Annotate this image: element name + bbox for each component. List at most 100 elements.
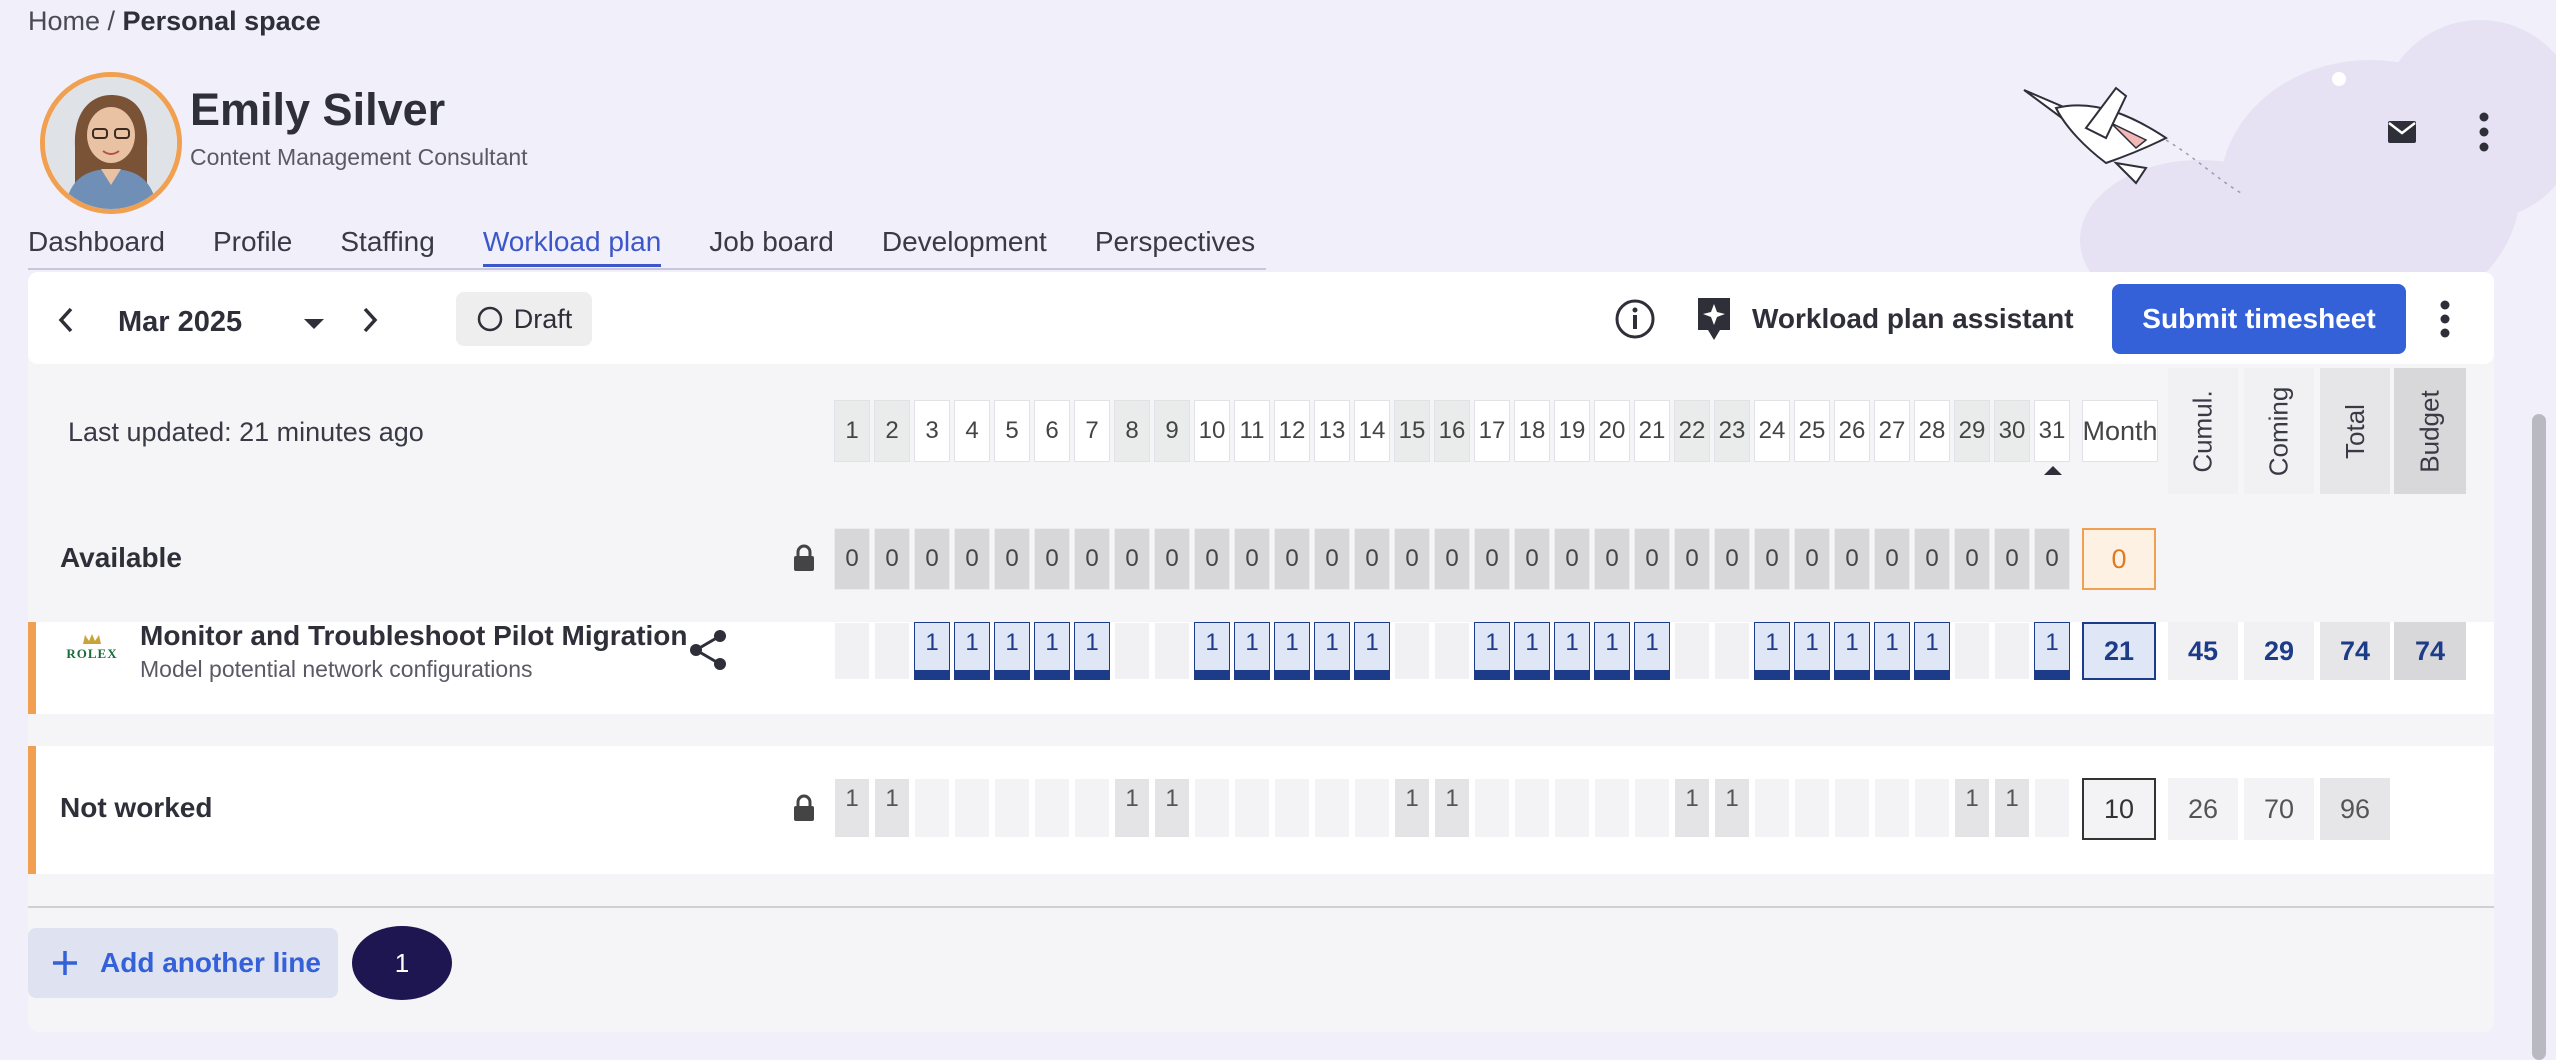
status-badge: Draft <box>456 292 592 346</box>
tab-bar: Dashboard Profile Staffing Workload plan… <box>28 226 1255 267</box>
task-day-cell[interactable]: 1 <box>1834 622 1870 680</box>
tab-job-board[interactable]: Job board <box>709 226 834 267</box>
task-day-cell[interactable] <box>1394 622 1430 680</box>
tab-workload-plan[interactable]: Workload plan <box>482 226 662 267</box>
tab-staffing[interactable]: Staffing <box>340 226 434 267</box>
task-day-cell[interactable]: 1 <box>914 622 950 680</box>
more-vert-icon[interactable] <box>2464 108 2504 156</box>
tab-profile[interactable]: Profile <box>213 226 292 267</box>
available-day-cell: 0 <box>914 528 950 590</box>
task-day-cell[interactable]: 1 <box>1554 622 1590 680</box>
submit-timesheet-button[interactable]: Submit timesheet <box>2112 284 2406 354</box>
task-day-cell[interactable]: 1 <box>1514 622 1550 680</box>
task-cumul: 45 <box>2168 622 2238 680</box>
not-worked-total: 96 <box>2320 778 2390 840</box>
task-day-cell[interactable] <box>1954 622 1990 680</box>
available-day-cell: 0 <box>1794 528 1830 590</box>
not-worked-day-cell <box>1354 778 1390 838</box>
task-day-cell[interactable]: 1 <box>1354 622 1390 680</box>
task-day-cell[interactable]: 1 <box>1634 622 1670 680</box>
add-line-button[interactable]: Add another line <box>28 928 338 998</box>
chevron-down-icon[interactable] <box>302 312 332 336</box>
tab-dashboard[interactable]: Dashboard <box>28 226 165 267</box>
available-day-cell: 0 <box>1434 528 1470 590</box>
not-worked-day-cell <box>1194 778 1230 838</box>
sort-up-icon[interactable] <box>2043 464 2063 476</box>
not-worked-day-cell: 1 <box>1434 778 1470 838</box>
next-month-icon[interactable] <box>360 300 390 340</box>
not-worked-day-cell: 1 <box>1154 778 1190 838</box>
not-worked-day-cell: 1 <box>834 778 870 838</box>
task-day-cell[interactable] <box>1434 622 1470 680</box>
sparkle-dot <box>2332 72 2346 86</box>
available-day-cell: 0 <box>1514 528 1550 590</box>
task-day-cell[interactable]: 1 <box>1034 622 1070 680</box>
task-day-cell[interactable] <box>834 622 870 680</box>
day-header: 20 <box>1594 400 1630 462</box>
task-day-cell[interactable] <box>1994 622 2030 680</box>
task-row-accent <box>28 622 36 714</box>
plus-icon <box>53 951 77 975</box>
day-header: 9 <box>1154 400 1190 462</box>
task-day-cell[interactable]: 1 <box>1594 622 1630 680</box>
day-header: 29 <box>1954 400 1990 462</box>
breadcrumb-home[interactable]: Home <box>28 6 100 36</box>
assistant-button[interactable]: Workload plan assistant <box>1694 296 2074 342</box>
sparkle-icon <box>1698 298 1730 340</box>
available-day-cell: 0 <box>1594 528 1630 590</box>
task-day-cell[interactable] <box>1714 622 1750 680</box>
count-badge[interactable]: 1 <box>352 926 452 1000</box>
not-worked-accent <box>28 746 36 874</box>
share-icon[interactable] <box>688 628 728 672</box>
day-header: 5 <box>994 400 1030 462</box>
day-header: 21 <box>1634 400 1670 462</box>
lock-icon <box>794 544 814 571</box>
not-worked-day-cell <box>1034 778 1070 838</box>
toolbar-more-icon[interactable] <box>2430 296 2460 342</box>
rolex-logo: ROLEX <box>62 632 122 676</box>
not-worked-day-cell <box>1514 778 1550 838</box>
task-day-cell[interactable]: 1 <box>1474 622 1510 680</box>
available-day-cell: 0 <box>1474 528 1510 590</box>
day-header: 1 <box>834 400 870 462</box>
task-day-cell[interactable]: 1 <box>2034 622 2070 680</box>
task-day-cell[interactable] <box>1154 622 1190 680</box>
status-label: Draft <box>513 303 573 334</box>
cumul-column-header: Cumul. <box>2168 368 2238 494</box>
available-day-cell: 0 <box>1834 528 1870 590</box>
task-title[interactable]: Monitor and Troubleshoot Pilot Migration <box>140 620 688 652</box>
available-day-cell: 0 <box>1074 528 1110 590</box>
task-day-cell[interactable] <box>1114 622 1150 680</box>
task-day-cell[interactable]: 1 <box>1314 622 1350 680</box>
available-day-cell: 0 <box>994 528 1030 590</box>
task-day-cell[interactable]: 1 <box>994 622 1030 680</box>
task-day-cell[interactable]: 1 <box>1754 622 1790 680</box>
task-day-cell[interactable] <box>874 622 910 680</box>
task-day-cell[interactable]: 1 <box>1074 622 1110 680</box>
available-month-total: 0 <box>2082 528 2156 590</box>
task-day-cell[interactable]: 1 <box>1914 622 1950 680</box>
prev-month-icon[interactable] <box>56 300 86 340</box>
mail-icon[interactable] <box>2382 112 2422 152</box>
task-day-cell[interactable]: 1 <box>1274 622 1310 680</box>
tab-development[interactable]: Development <box>882 226 1047 267</box>
scrollbar-thumb[interactable] <box>2532 414 2546 1060</box>
task-day-cell[interactable]: 1 <box>1794 622 1830 680</box>
task-day-cell[interactable]: 1 <box>954 622 990 680</box>
task-day-cell[interactable]: 1 <box>1194 622 1230 680</box>
not-worked-day-cell <box>1274 778 1310 838</box>
day-header: 31 <box>2034 400 2070 462</box>
info-icon[interactable] <box>1614 296 1660 342</box>
task-day-cell[interactable] <box>1674 622 1710 680</box>
tab-perspectives[interactable]: Perspectives <box>1095 226 1255 267</box>
not-worked-day-cell <box>1234 778 1270 838</box>
day-header: 12 <box>1274 400 1310 462</box>
not-worked-day-cell <box>994 778 1030 838</box>
circle-outline-icon <box>477 306 502 332</box>
available-day-cell: 0 <box>1234 528 1270 590</box>
task-day-cell[interactable]: 1 <box>1874 622 1910 680</box>
day-header: 17 <box>1474 400 1510 462</box>
task-day-cell[interactable]: 1 <box>1234 622 1270 680</box>
not-worked-day-cell <box>1754 778 1790 838</box>
not-worked-day-cell <box>1474 778 1510 838</box>
